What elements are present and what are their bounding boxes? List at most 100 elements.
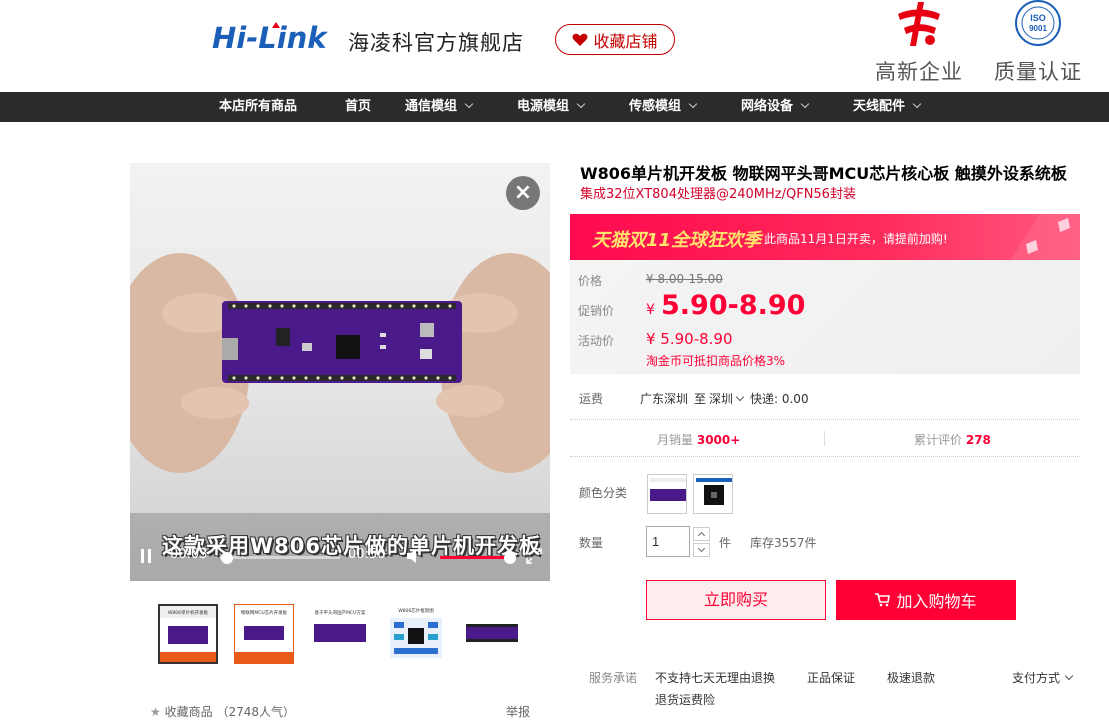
collect-count: （2748人气） [216,705,295,719]
nav-power-modules[interactable]: 电源模组 [517,92,586,122]
cart-icon [875,593,891,607]
thumbnail-caption: 物联网MCU芯片开发板 [241,609,288,616]
payment-methods-dropdown[interactable]: 支付方式 [1012,669,1074,686]
iso9001-icon: ISO 9001 [1015,0,1061,46]
shop-header: Hi-Link 海凌科官方旗舰店 收藏店铺 高新企业 ISO 9001 质量认证 [0,0,1109,92]
stats-row: 月销量 3000+ 累计评价 278 [570,421,1080,457]
nav-antenna-accessories[interactable]: 天线配件 [853,92,922,122]
shipping-to-label: 至 [694,392,707,406]
volume-icon[interactable] [406,548,424,568]
product-title: W806单片机开发板 物联网平头哥MCU芯片核心板 触摸外设系统板 [580,164,1067,183]
stock-count: 库存3557件 [750,536,817,550]
service-return-shipping-insurance[interactable]: 退货运费险 [655,691,715,708]
high-tech-label: 高新企业 [875,60,963,84]
service-genuine-guarantee[interactable]: 正品保证 [807,669,855,686]
thumbnail-3[interactable]: 基于平头哥国产MCU方案 [310,604,370,664]
nav-label: 传感模组 [629,99,682,114]
volume-slider[interactable] [440,556,510,559]
svg-text:9001: 9001 [1029,24,1047,33]
nav-sensor-modules[interactable]: 传感模组 [629,92,698,122]
product-subtitle: 集成32位XT804处理器@240MHz/QFN56封装 [580,187,856,202]
monthly-sales-value: 3000+ [696,433,741,447]
variant-image [694,475,732,513]
payment-methods-label: 支付方式 [1012,671,1061,685]
add-to-cart-button[interactable]: 加入购物车 [836,580,1016,620]
nav-home[interactable]: 首页 [345,92,371,122]
nav-network-devices[interactable]: 网络设备 [741,92,810,122]
reviews-link[interactable]: 累计评价 278 [914,431,991,448]
monthly-sales-label: 月销量 [657,433,694,447]
reviews-value: 278 [965,433,991,447]
thumbnail-4[interactable]: W806芯片框架图 [386,604,446,664]
shipping-row: 运费 广东深圳 至 深圳 快递: 0.00 [570,388,1080,420]
thumbnail-caption: W806芯片框架图 [398,607,434,614]
promo-event-title: 天猫双11全球狂欢季 [592,230,762,251]
thumbnail-2[interactable]: 物联网MCU芯片开发板 [234,604,294,664]
variant-option-purple[interactable] [647,474,687,514]
favorite-shop-button[interactable]: 收藏店铺 [555,24,675,55]
collect-label: 收藏商品 [164,705,213,719]
service-label: 服务承诺 [589,671,638,685]
video-progress-bar[interactable] [220,556,340,559]
chevron-down-icon [1064,671,1074,681]
product-video-frame [130,253,550,581]
svg-text:ISO: ISO [1030,13,1046,23]
nav-label: 本店所有商品 [219,99,298,114]
thumbnail-image: 基于平头哥国产MCU方案 [310,604,370,664]
original-price: ¥ 8.00-15.00 [646,272,723,286]
fullscreen-icon[interactable] [526,548,542,568]
nav-label: 天线配件 [853,99,906,114]
stats-divider [824,431,825,446]
hilink-logo[interactable]: Hi-Link [212,18,340,58]
shipping-origin: 广东深圳 [640,392,689,406]
quantity-unit: 件 [719,536,732,550]
chevron-down-icon [464,99,474,109]
logo-text: Hi-Link [212,21,328,55]
quantity-label: 数量 [579,536,604,550]
thumbnail-image: W806芯片框架图 [386,604,446,664]
original-price-label: 价格 [578,274,603,288]
close-video-button[interactable]: × [506,176,540,210]
shipping-label: 运费 [579,392,604,406]
volume-handle[interactable] [504,552,516,564]
quantity-increase-button[interactable] [693,527,710,541]
nav-label: 电源模组 [517,99,570,114]
quantity-decrease-button[interactable] [693,543,710,557]
nav-communication-modules[interactable]: 通信模组 [405,92,474,122]
chevron-down-icon [912,99,922,109]
quantity-input[interactable] [646,526,690,557]
taojinbi-note: 淘金币可抵扣商品价格3% [646,354,786,368]
reviews-label: 累计评价 [914,433,963,447]
service-no-7day-return[interactable]: 不支持七天无理由退换 [655,669,775,686]
activity-price: ¥ 5.90-8.90 [646,330,733,348]
quality-badge: ISO 9001 质量认证 [992,0,1084,86]
shop-name[interactable]: 海凌科官方旗舰店 [348,27,524,57]
promo-banner: 天猫双11全球狂欢季 此商品11月1日开卖，请提前加购! [570,214,1080,261]
nav-label: 首页 [345,99,372,114]
variant-image [648,475,686,513]
buy-now-button[interactable]: 立即购买 [646,580,826,620]
thumbnail-5[interactable] [462,604,522,664]
video-duration: 00:50 [348,547,386,562]
promo-price-label: 促销价 [578,304,615,318]
product-video-player[interactable] [130,163,550,581]
shipping-destination: 深圳 [709,392,734,406]
nav-all-products[interactable]: 本店所有商品 [219,92,297,122]
thumbnail-caption: W806单片机开发板 [168,609,209,616]
thumbnail-image: W806单片机开发板 [160,606,216,662]
variant-option-black[interactable] [693,474,733,514]
activity-price-label: 活动价 [578,334,615,348]
nav-label: 网络设备 [741,99,794,114]
favorite-shop-label: 收藏店铺 [593,31,658,51]
nav-label: 通信模组 [405,99,458,114]
high-tech-badge: 高新企业 [873,0,965,86]
service-fast-refund[interactable]: 极速退款 [887,669,935,686]
thumbnail-1[interactable]: W806单片机开发板 [158,604,218,664]
shop-nav: 本店所有商品 首页 通信模组 电源模组 传感模组 网络设备 天线配件 [0,92,1109,122]
pause-icon[interactable] [140,548,152,568]
price-panel: 价格 ¥ 8.00-15.00 促销价 ¥ 5.90-8.90 活动价 ¥ 5.… [570,260,1080,374]
shipping-destination-select[interactable]: 深圳 [709,390,745,407]
chevron-down-icon [800,99,810,109]
monthly-sales: 月销量 3000+ [657,431,740,448]
promo-notice: 此商品11月1日开卖，请提前加购! [764,232,948,246]
